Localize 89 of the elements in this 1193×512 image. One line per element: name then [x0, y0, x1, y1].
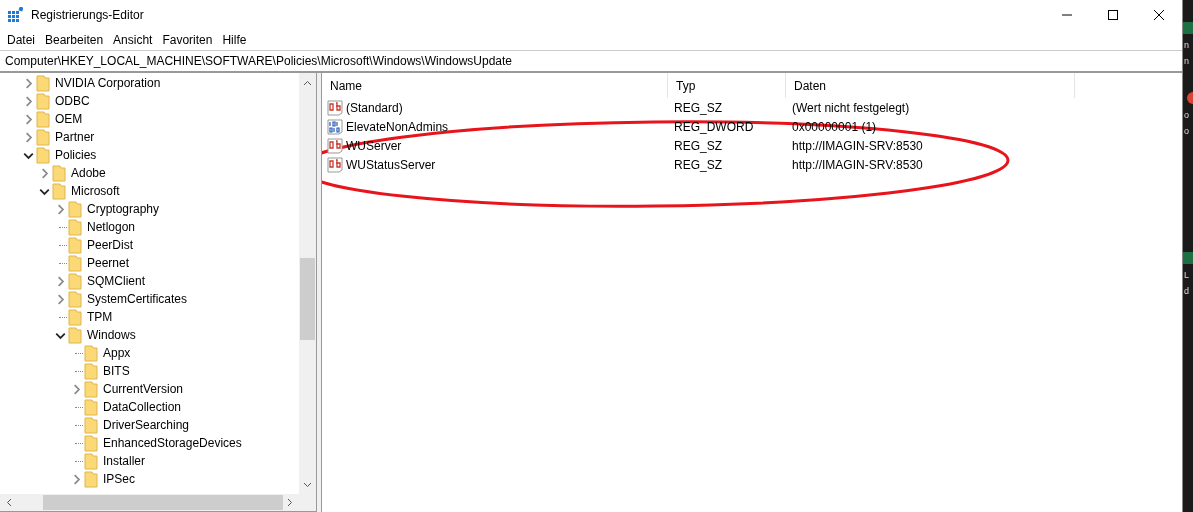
menu-item[interactable]: Hilfe [217, 33, 252, 47]
tree-item[interactable]: ODBC [55, 94, 90, 108]
desktop-label: n [1183, 56, 1190, 66]
value-name: WUServer [346, 138, 402, 153]
tree-item[interactable]: Installer [103, 454, 146, 468]
folder-icon [68, 218, 82, 236]
close-icon [1153, 9, 1165, 21]
window-title: Registrierungs-Editor [31, 8, 145, 22]
value-name: (Standard) [346, 100, 403, 115]
folder-icon [68, 308, 82, 326]
value-type: REG_SZ [673, 100, 723, 115]
tree-item[interactable]: Partner [55, 130, 95, 144]
tree-item[interactable]: PeerDist [87, 238, 133, 252]
value-name: WUStatusServer [346, 157, 436, 172]
vertical-scrollbar[interactable] [299, 73, 316, 494]
value-data: http://IMAGIN-SRV:8530 [791, 157, 924, 172]
scroll-right-icon[interactable] [285, 498, 294, 507]
folder-icon [36, 128, 50, 146]
folder-icon [84, 398, 98, 416]
desktop-label: d [1183, 286, 1190, 296]
folder-icon [84, 434, 98, 452]
value-data: (Wert nicht festgelegt) [791, 100, 911, 115]
value-data: http://IMAGIN-SRV:8530 [791, 138, 924, 153]
folder-icon [52, 182, 66, 200]
tree-item[interactable]: SQMClient [87, 274, 145, 288]
folder-icon [68, 290, 82, 308]
folder-icon [84, 380, 98, 398]
menu-item[interactable]: Datei [2, 33, 40, 47]
tree-item[interactable]: NVIDIA Corporation [55, 76, 161, 90]
tree-item[interactable]: Cryptography [87, 202, 160, 216]
desktop-label: o [1183, 126, 1190, 136]
folder-icon [68, 326, 82, 344]
binary-value-icon [327, 118, 343, 135]
menu-item[interactable]: Ansicht [108, 33, 158, 47]
menu-item[interactable]: Bearbeiten [40, 33, 109, 47]
registry-editor-icon [7, 7, 23, 23]
value-type: REG_SZ [673, 157, 723, 172]
folder-icon [84, 452, 98, 470]
tree-item[interactable]: OEM [55, 112, 83, 126]
folder-icon [36, 146, 50, 164]
tree-item[interactable]: Appx [103, 346, 131, 360]
column-header[interactable]: Name [322, 73, 668, 98]
folder-icon [84, 362, 98, 380]
menu-item[interactable]: Favoriten [157, 33, 218, 47]
folder-icon [84, 416, 98, 434]
tree-item[interactable]: CurrentVersion [103, 382, 184, 396]
desktop-label: n [1183, 40, 1190, 50]
desktop-label: L [1183, 270, 1190, 280]
tree-item[interactable]: Netlogon [87, 220, 136, 234]
tree-item[interactable]: Policies [55, 148, 97, 162]
string-value-icon [327, 156, 343, 173]
folder-icon [36, 110, 50, 128]
tree-item[interactable]: DriverSearching [103, 418, 190, 432]
address-bar[interactable]: Computer\HKEY_LOCAL_MACHINE\SOFTWARE\Policies\Microsoft\Windows\WindowsUpdate [0, 50, 1182, 73]
scroll-down-icon[interactable] [303, 480, 312, 489]
tree-item[interactable]: IPSec [103, 472, 135, 486]
value-name: ElevateNonAdmins [346, 119, 449, 134]
scroll-up-icon[interactable] [303, 79, 312, 88]
tree-item[interactable]: TPM [87, 310, 113, 324]
horizontal-scrollbar[interactable] [0, 494, 299, 511]
tree-item[interactable]: EnhancedStorageDevices [103, 436, 242, 450]
string-value-icon [327, 137, 343, 154]
scroll-thumb[interactable] [300, 258, 315, 340]
string-value-icon [327, 99, 343, 116]
tree-item[interactable]: Adobe [71, 166, 106, 180]
folder-icon [68, 236, 82, 254]
folder-icon [68, 200, 82, 218]
tree-item[interactable]: BITS [103, 364, 130, 378]
tree-item[interactable]: SystemCertificates [87, 292, 188, 306]
folder-icon [84, 470, 98, 488]
folder-icon [84, 344, 98, 362]
value-type: REG_SZ [673, 138, 723, 153]
scroll-thumb[interactable] [43, 495, 283, 510]
value-type: REG_DWORD [673, 119, 755, 134]
maximize-icon [1107, 9, 1119, 21]
folder-icon [36, 92, 50, 110]
column-header[interactable]: Daten [786, 73, 1075, 98]
folder-icon [36, 74, 50, 92]
tree-item[interactable]: Microsoft [71, 184, 120, 198]
scroll-left-icon[interactable] [5, 498, 14, 507]
folder-icon [68, 254, 82, 272]
column-header[interactable]: Typ [668, 73, 786, 98]
tree-item[interactable]: Windows [87, 328, 136, 342]
tree-item[interactable]: DataCollection [103, 400, 182, 414]
desktop-label: o [1183, 110, 1190, 120]
folder-icon [52, 164, 66, 182]
pane-splitter[interactable] [317, 73, 322, 512]
tree-item[interactable]: Peernet [87, 256, 130, 270]
folder-icon [68, 272, 82, 290]
